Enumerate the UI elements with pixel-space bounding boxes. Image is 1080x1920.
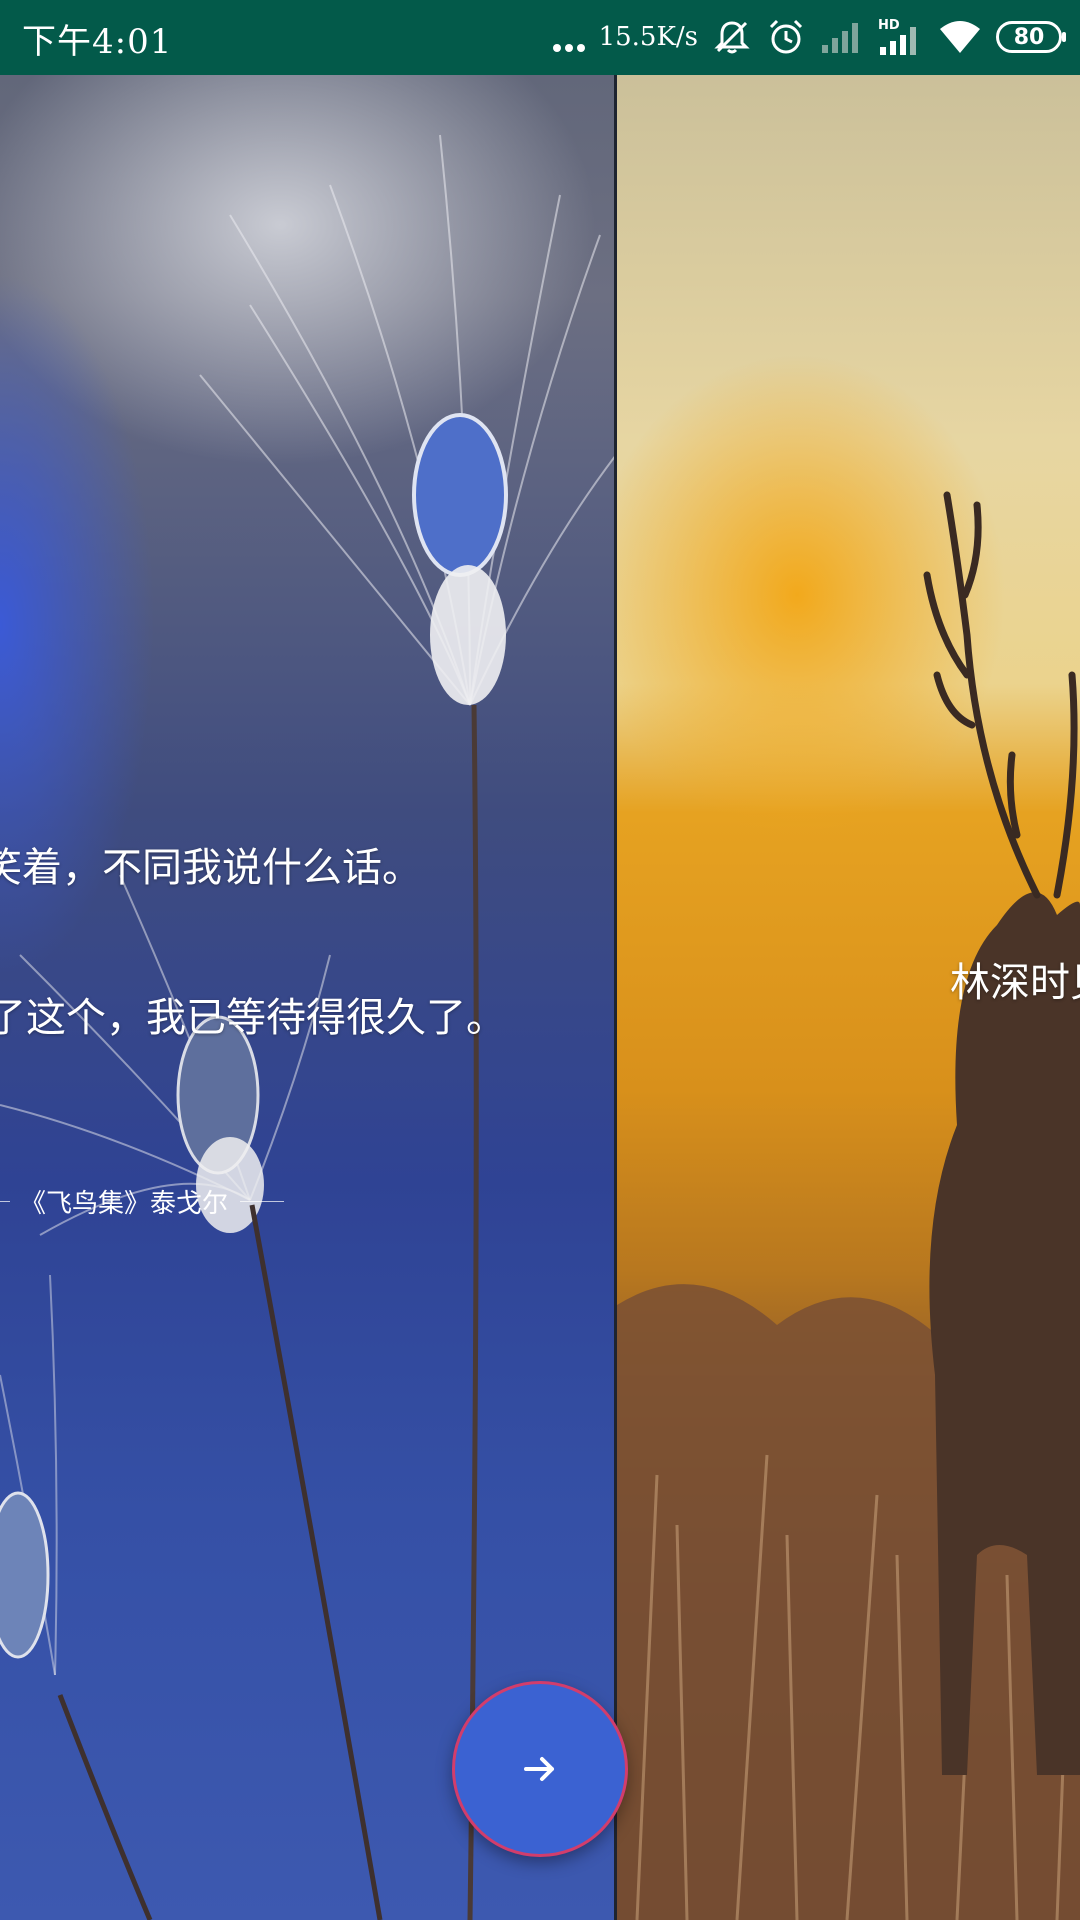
next-page-button[interactable]	[452, 1681, 628, 1857]
status-bar: 下午4:01 15.5K/s HD 80	[0, 0, 1080, 75]
status-time: 下午4:01	[22, 22, 173, 62]
battery-level: 80	[1013, 24, 1045, 50]
wifi-icon	[938, 19, 982, 55]
guide-page-left[interactable]: 笑着，不同我说什么话。 了这个，我已等待得很久了。 《飞鸟集》泰戈尔	[0, 75, 616, 1920]
page-title: 林深时见鹿，	[950, 960, 1080, 1006]
screen: 下午4:01 15.5K/s HD 80 笑着，不同我说什么话。 了这个，我已等…	[0, 0, 1080, 1920]
network-speed: 15.5K/s	[598, 22, 698, 52]
divider	[240, 1201, 285, 1202]
signal-empty-icon	[820, 19, 864, 55]
quote-line: 笑着，不同我说什么话。	[0, 845, 422, 891]
svg-text:HD: HD	[878, 18, 900, 33]
quote-attribution: 《飞鸟集》泰戈尔	[0, 1183, 285, 1220]
alarm-clock-icon	[766, 17, 806, 57]
battery-icon: 80	[996, 21, 1066, 53]
divider	[0, 1201, 10, 1202]
more-dots-icon	[552, 22, 585, 52]
hd-signal-icon: HD	[878, 17, 924, 57]
page-divider	[614, 75, 617, 1920]
status-icons: 15.5K/s HD 80	[552, 12, 1066, 62]
arrow-right-icon	[524, 1757, 554, 1781]
mute-bell-icon	[712, 17, 752, 57]
quote-line: 了这个，我已等待得很久了。	[0, 995, 506, 1041]
attribution-text: 《飞鸟集》泰戈尔	[20, 1189, 229, 1219]
